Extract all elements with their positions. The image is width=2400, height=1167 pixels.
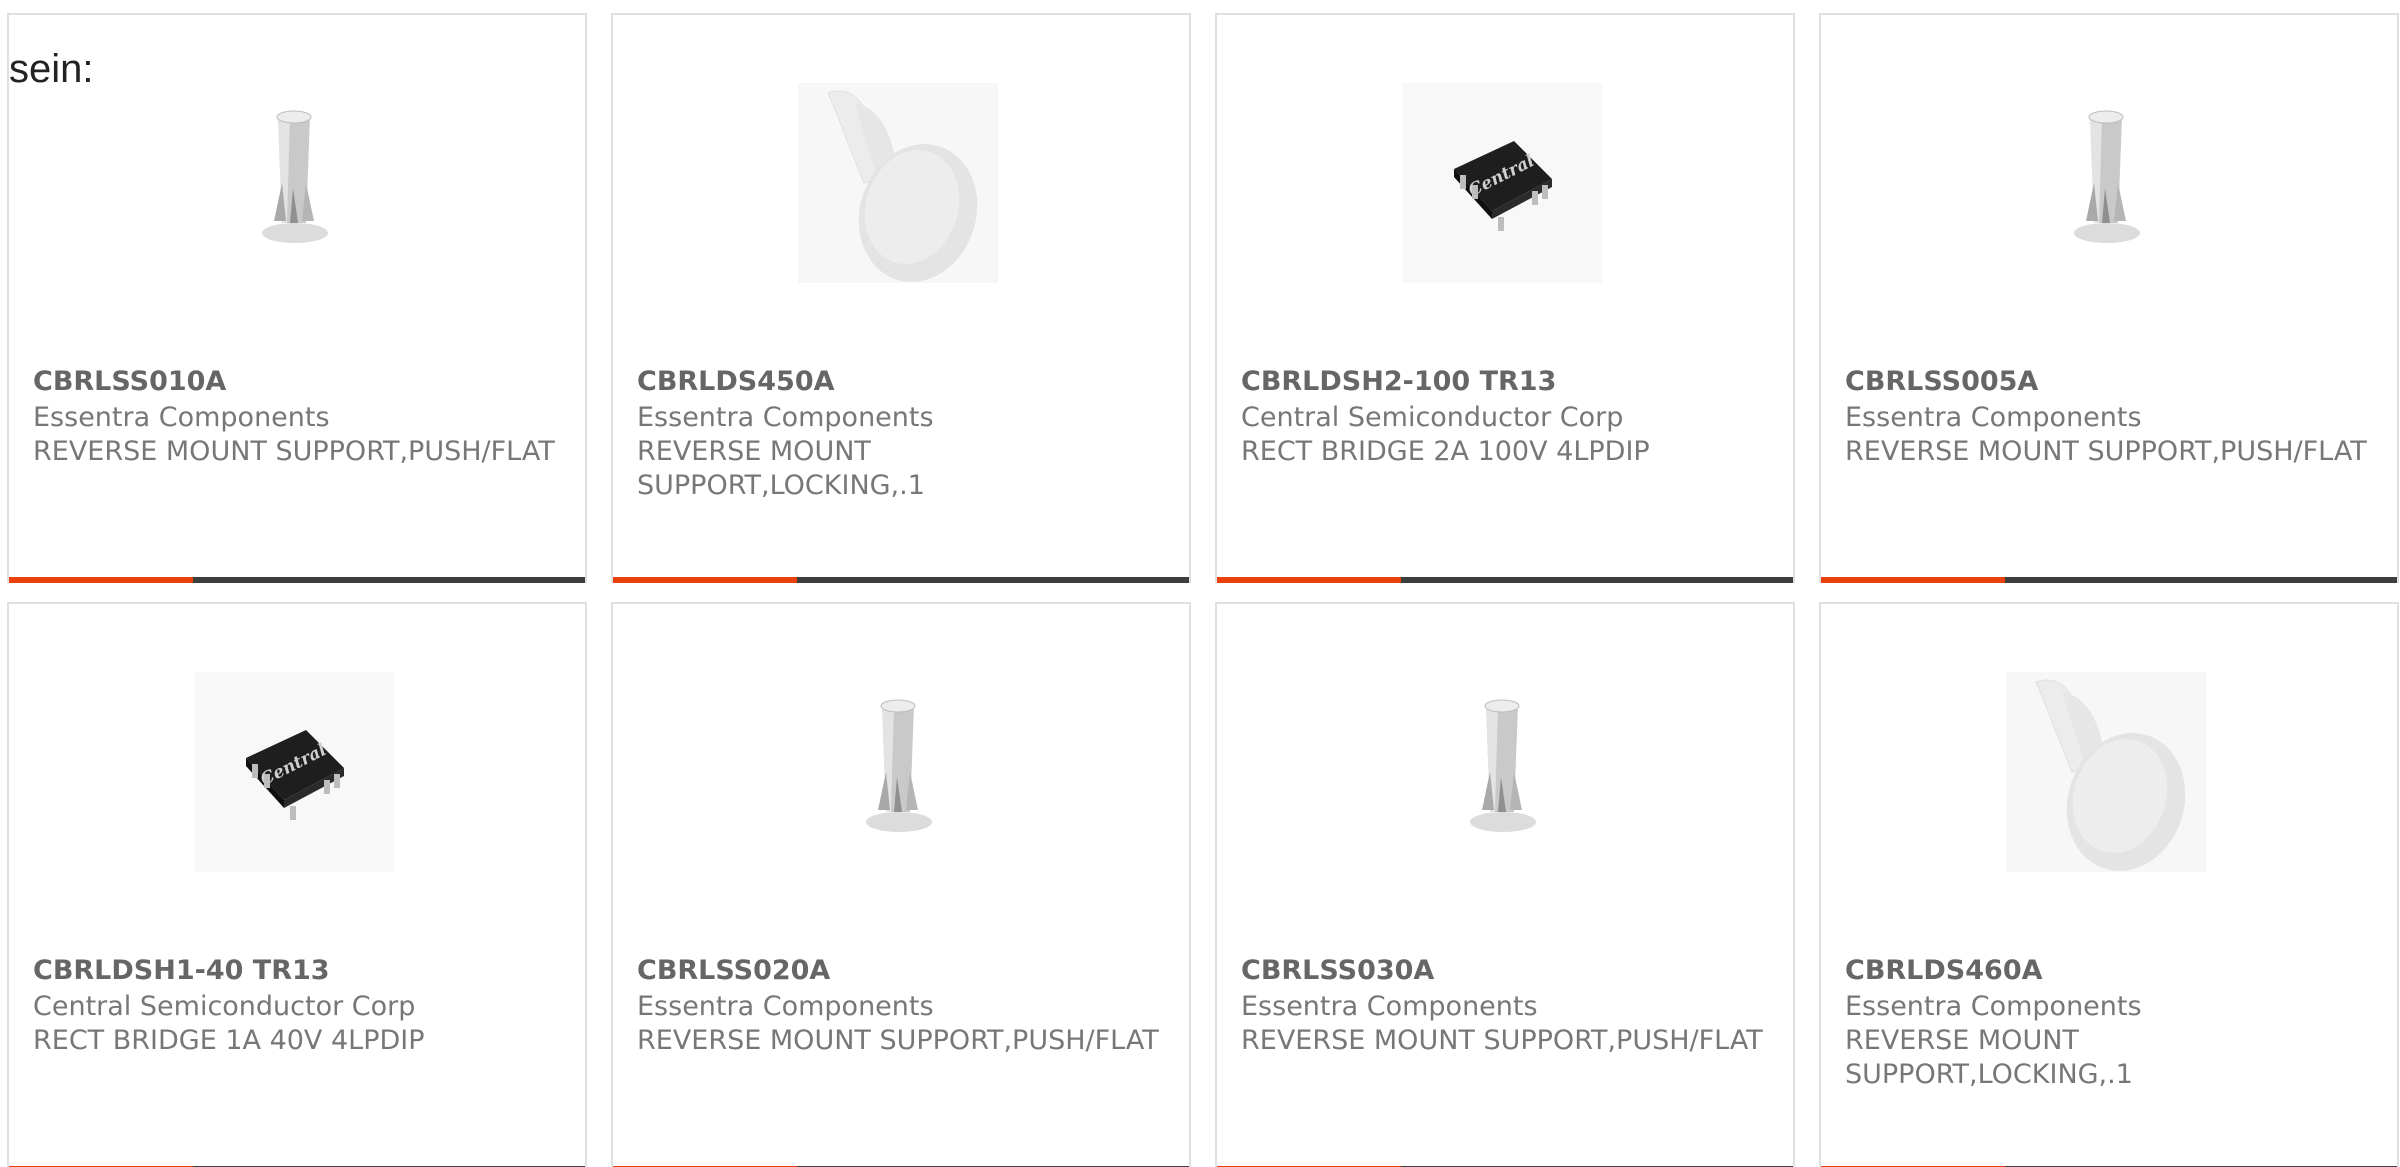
product-card[interactable]: Central CBRLDSH1-40 TR13 Central Semicon… — [7, 602, 587, 1167]
part-number-link[interactable]: CBRLSS005A — [1845, 365, 2038, 399]
manufacturer-name: Essentra Components — [1845, 991, 2142, 1022]
manufacturer-name: Essentra Components — [1845, 402, 2142, 433]
product-card[interactable]: CBRLSS005A Essentra Components REVERSE M… — [1819, 13, 2399, 583]
manufacturer-name: Essentra Components — [1241, 991, 1538, 1022]
product-card[interactable]: CBRLDS450A Essentra Components REVERSE M… — [611, 13, 1191, 583]
product-description: REVERSE MOUNT SUPPORT,PUSH/FLAT — [33, 436, 555, 467]
product-image[interactable] — [798, 83, 998, 283]
product-listing-page: sein: CBRLSS010A Essentra Components REV… — [0, 0, 2400, 1167]
locking-support-icon — [798, 83, 998, 283]
chip-icon: Central — [1402, 83, 1602, 283]
product-description: REVERSE MOUNT SUPPORT,LOCKING,.1 — [637, 436, 925, 501]
product-description: REVERSE MOUNT SUPPORT,PUSH/FLAT — [1845, 436, 2367, 467]
product-card[interactable]: CBRLDS460A Essentra Components REVERSE M… — [1819, 602, 2399, 1167]
product-card[interactable]: CBRLSS020A Essentra Components REVERSE M… — [611, 602, 1191, 1167]
post-icon — [866, 699, 932, 832]
chip-icon: Central — [194, 672, 394, 872]
product-description: REVERSE MOUNT SUPPORT,PUSH/FLAT — [1241, 1025, 1763, 1056]
product-grid: CBRLSS010A Essentra Components REVERSE M… — [0, 0, 2400, 1167]
product-image[interactable] — [2006, 672, 2206, 872]
intro-text: sein: — [9, 47, 94, 91]
card-accent-bar — [1217, 577, 1793, 583]
locking-support-icon — [2006, 672, 2206, 872]
part-number-link[interactable]: CBRLDS460A — [1845, 954, 2043, 988]
post-icon — [262, 110, 328, 243]
card-accent-bar — [613, 577, 1189, 583]
part-number-link[interactable]: CBRLDS450A — [637, 365, 835, 399]
product-description: REVERSE MOUNT SUPPORT,PUSH/FLAT — [637, 1025, 1159, 1056]
product-description: REVERSE MOUNT SUPPORT,LOCKING,.1 — [1845, 1025, 2133, 1090]
product-card[interactable]: CBRLSS030A Essentra Components REVERSE M… — [1215, 602, 1795, 1167]
product-description: RECT BRIDGE 2A 100V 4LPDIP — [1241, 436, 1650, 467]
product-image[interactable]: Central — [194, 672, 394, 872]
manufacturer-name: Essentra Components — [637, 991, 934, 1022]
product-card[interactable]: CBRLSS010A Essentra Components REVERSE M… — [7, 13, 587, 583]
product-description: RECT BRIDGE 1A 40V 4LPDIP — [33, 1025, 425, 1056]
part-number-link[interactable]: CBRLSS020A — [637, 954, 830, 988]
part-number-link[interactable]: CBRLSS010A — [33, 365, 226, 399]
product-image[interactable]: Central — [1402, 83, 1602, 283]
manufacturer-name: Central Semiconductor Corp — [1241, 402, 1624, 433]
manufacturer-name: Essentra Components — [637, 402, 934, 433]
product-card[interactable]: Central CBRLDSH2-100 TR13 Central Semico… — [1215, 13, 1795, 583]
post-icon — [1470, 699, 1536, 832]
manufacturer-name: Essentra Components — [33, 402, 330, 433]
card-accent-bar — [9, 577, 585, 583]
product-image[interactable] — [1402, 672, 1602, 872]
post-icon — [2074, 110, 2140, 243]
part-number-link[interactable]: CBRLSS030A — [1241, 954, 1434, 988]
part-number-link[interactable]: CBRLDSH2-100 TR13 — [1241, 365, 1556, 399]
part-number-link[interactable]: CBRLDSH1-40 TR13 — [33, 954, 330, 988]
manufacturer-name: Central Semiconductor Corp — [33, 991, 416, 1022]
product-image[interactable] — [194, 83, 394, 283]
product-image[interactable] — [798, 672, 998, 872]
card-accent-bar — [1821, 577, 2397, 583]
product-image[interactable] — [2006, 83, 2206, 283]
